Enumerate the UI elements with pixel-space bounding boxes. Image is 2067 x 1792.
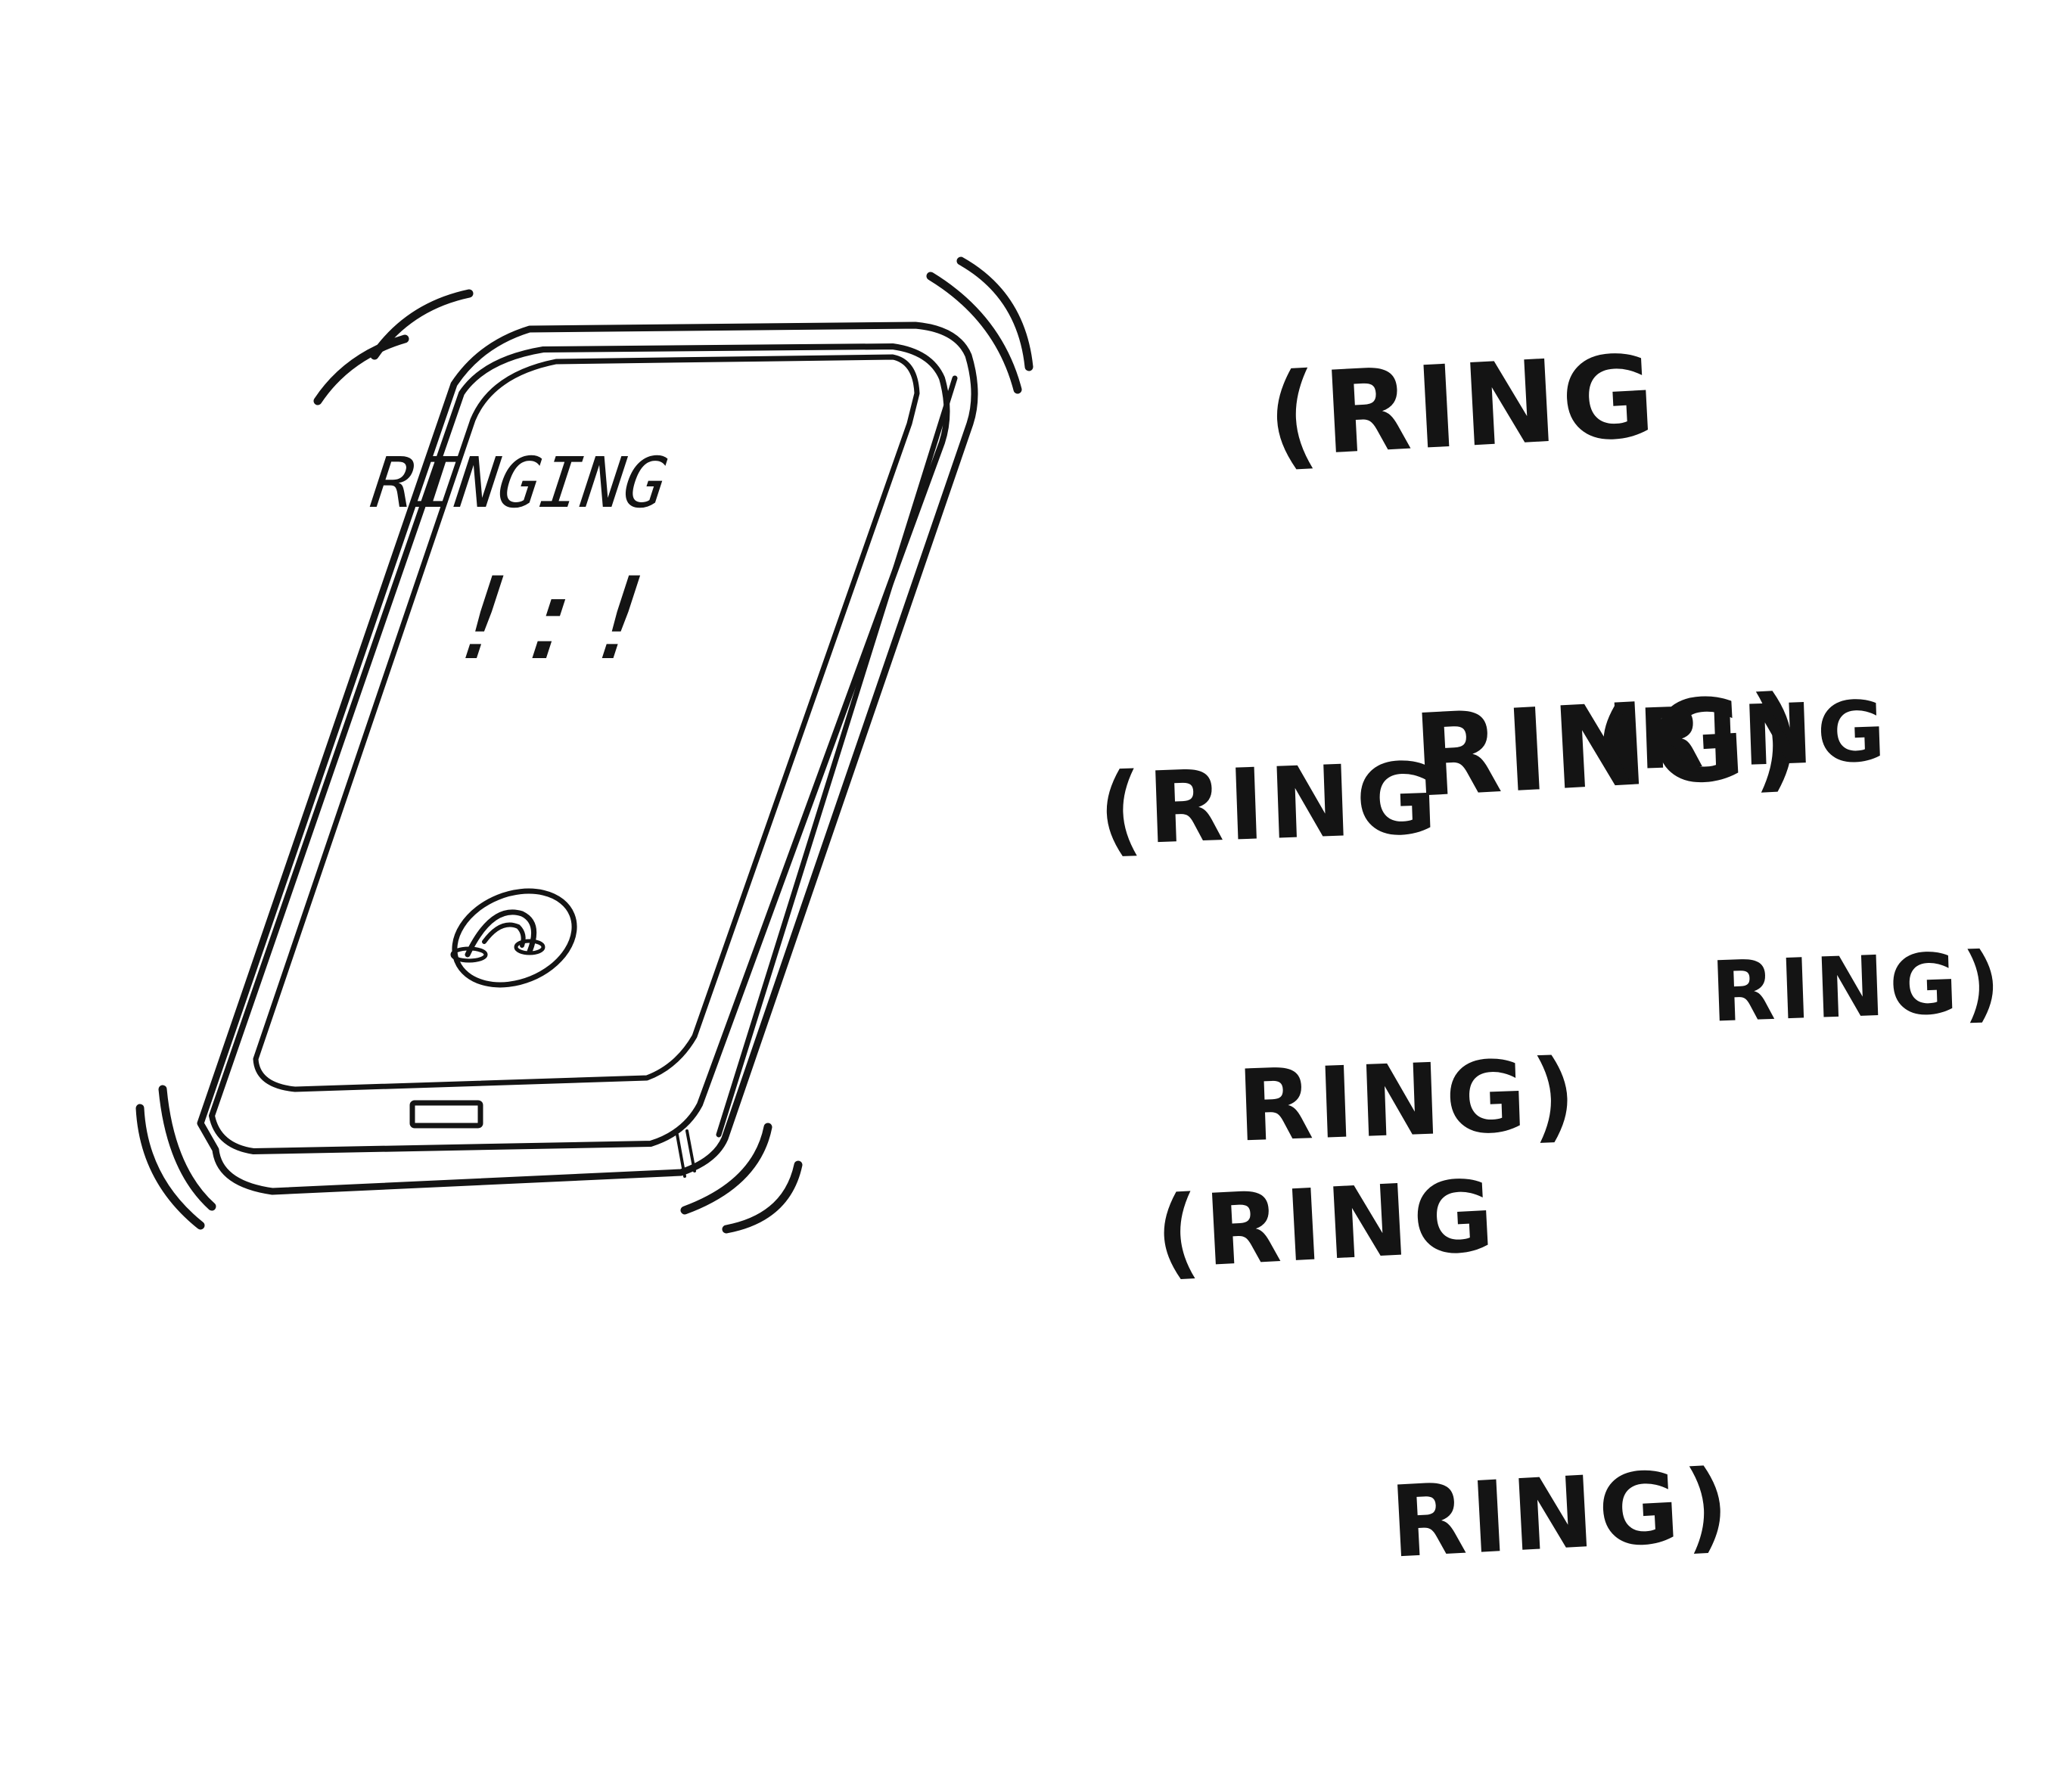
sound-effect-4-line2: RING) <box>1387 1447 1736 1580</box>
screen-title: RINGING <box>359 443 679 523</box>
ringing-phone-illustration: RINGING !:! (RING RING) (RING RING) (RIN… <box>0 0 2067 1580</box>
sound-effect-3-line2: RING) <box>1709 933 2006 1041</box>
home-button <box>409 1100 483 1129</box>
sound-effect-1-line1: (RING <box>1264 331 1663 483</box>
sound-effect-3-line1: (RING <box>1594 682 1892 790</box>
screen-caller-digits: !:! <box>428 554 676 685</box>
sound-effect-4: (RING RING) <box>1142 954 1746 1784</box>
answer-call-button[interactable] <box>440 874 589 1002</box>
sound-effect-2-line1: (RING <box>1096 741 1444 868</box>
sound-effect-4-line1: (RING <box>1152 1158 1502 1291</box>
